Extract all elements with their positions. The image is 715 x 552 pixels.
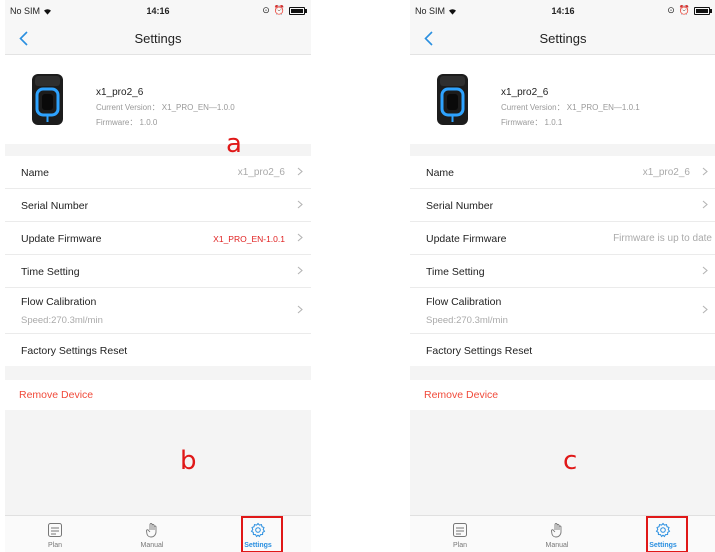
page-title: Settings <box>539 31 587 46</box>
serial-number-label: Serial Number <box>426 200 494 212</box>
callout-c: c <box>563 446 578 476</box>
update-firmware-label: Update Firmware <box>426 233 507 245</box>
flow-calibration-label: Flow Calibration <box>426 296 502 308</box>
phone-screen-right: No SIM 14:16 ⊙ ⏰ Settings x1_pro2_6 Curr… <box>410 0 715 552</box>
tab-manual[interactable]: Manual <box>129 516 175 552</box>
tab-plan-label: Plan <box>47 542 62 549</box>
name-label: Name <box>21 167 50 179</box>
alarm-icon: ⏰ <box>273 5 285 15</box>
status-bar: No SIM 14:16 ⊙ ⏰ <box>5 0 311 22</box>
chevron-right-icon <box>297 167 303 176</box>
update-firmware-value: X1_PRO_EN-1.0.1 <box>213 234 285 244</box>
phone-screen-left: No SIM 14:16 ⊙ ⏰ Settings x1_pro2_6 Curr… <box>5 0 311 552</box>
factory-reset-row[interactable]: Factory Settings Reset <box>410 334 715 366</box>
device-name: x1_pro2_6 <box>96 87 144 98</box>
page-title: Settings <box>134 31 182 46</box>
chevron-right-icon <box>702 266 708 275</box>
callout-b: b <box>180 446 197 476</box>
rotation-lock-icon: ⊙ <box>667 5 675 15</box>
name-value: x1_pro2_6 <box>237 167 285 178</box>
tab-manual-label: Manual <box>545 542 569 549</box>
manual-hand-icon <box>551 523 562 538</box>
tab-plan-label: Plan <box>452 542 467 549</box>
settings-list: Name x1_pro2_6 Serial Number Update Firm… <box>410 156 715 474</box>
time-setting-row[interactable]: Time Setting <box>410 255 715 288</box>
nav-bar: Settings <box>410 22 715 55</box>
flow-calibration-row[interactable]: Flow Calibration Speed:270.3ml/min <box>5 288 311 334</box>
flow-speed: Speed:270.3ml/min <box>426 315 508 326</box>
tab-highlight-box <box>241 516 283 552</box>
flow-speed: Speed:270.3ml/min <box>21 315 103 326</box>
device-header: x1_pro2_6 Current Version： X1_PRO_EN—1.0… <box>410 55 715 144</box>
update-firmware-row[interactable]: Update Firmware c Firmware is up to date <box>410 222 715 474</box>
time-setting-row[interactable]: Time Setting <box>5 255 311 288</box>
chevron-right-icon <box>702 167 708 176</box>
manual-hand-icon <box>146 523 157 538</box>
rotation-lock-icon: ⊙ <box>262 5 270 15</box>
plan-icon <box>453 523 467 537</box>
factory-reset-label: Factory Settings Reset <box>21 345 128 357</box>
serial-number-label: Serial Number <box>21 200 89 212</box>
update-firmware-value: Firmware is up to date <box>613 233 712 244</box>
time-setting-label: Time Setting <box>21 266 80 278</box>
flow-calibration-label: Flow Calibration <box>21 296 97 308</box>
remove-device-label: Remove Device <box>424 389 499 401</box>
nav-bar: Settings <box>5 22 311 55</box>
status-bar: No SIM 14:16 ⊙ ⏰ <box>410 0 715 22</box>
chevron-right-icon <box>297 266 303 275</box>
settings-list: Name x1_pro2_6 Serial Number Update Firm… <box>5 156 311 474</box>
chevron-right-icon <box>297 305 303 314</box>
device-image <box>437 74 468 125</box>
battery-icon <box>289 6 307 15</box>
name-value: x1_pro2_6 <box>642 167 690 178</box>
firmware-version: Firmware： 1.0.0 <box>96 118 158 127</box>
name-row[interactable]: Name x1_pro2_6 <box>5 156 311 189</box>
tab-manual[interactable]: Manual <box>534 516 580 552</box>
factory-reset-label: Factory Settings Reset <box>426 345 533 357</box>
tab-highlight-box <box>646 516 688 552</box>
battery-icon <box>694 6 712 15</box>
remove-device-label: Remove Device <box>19 389 94 401</box>
flow-calibration-row[interactable]: Flow Calibration Speed:270.3ml/min <box>410 288 715 334</box>
firmware-version: Firmware： 1.0.1 <box>501 118 563 127</box>
current-version: Current Version： X1_PRO_EN—1.0.1 <box>501 103 640 112</box>
name-label: Name <box>426 167 455 179</box>
tab-plan[interactable]: Plan <box>437 516 483 552</box>
factory-reset-row[interactable]: Factory Settings Reset <box>5 334 311 366</box>
tab-bar: Plan Manual Settings <box>5 515 311 552</box>
chevron-right-icon <box>702 200 708 209</box>
chevron-right-icon <box>297 200 303 209</box>
tab-bar: Plan Manual Settings <box>410 515 715 552</box>
chevron-right-icon <box>297 233 303 242</box>
serial-number-row[interactable]: Serial Number <box>5 189 311 222</box>
device-image <box>32 74 63 125</box>
remove-device-button[interactable]: Remove Device <box>410 380 715 410</box>
tab-plan[interactable]: Plan <box>32 516 78 552</box>
remove-device-button[interactable]: Remove Device <box>5 380 311 410</box>
chevron-right-icon <box>702 305 708 314</box>
plan-icon <box>48 523 62 537</box>
current-version: Current Version： X1_PRO_EN—1.0.0 <box>96 103 235 112</box>
serial-number-row[interactable]: Serial Number <box>410 189 715 222</box>
update-firmware-row[interactable]: Update Firmware b X1_PRO_EN-1.0.1 <box>5 222 311 474</box>
tab-manual-label: Manual <box>140 542 164 549</box>
update-firmware-label: Update Firmware <box>21 233 102 245</box>
device-name: x1_pro2_6 <box>501 87 549 98</box>
name-row[interactable]: Name x1_pro2_6 <box>410 156 715 189</box>
alarm-icon: ⏰ <box>678 5 690 15</box>
time-setting-label: Time Setting <box>426 266 485 278</box>
callout-a: a <box>226 129 242 159</box>
device-header: x1_pro2_6 Current Version： X1_PRO_EN—1.0… <box>5 55 311 157</box>
